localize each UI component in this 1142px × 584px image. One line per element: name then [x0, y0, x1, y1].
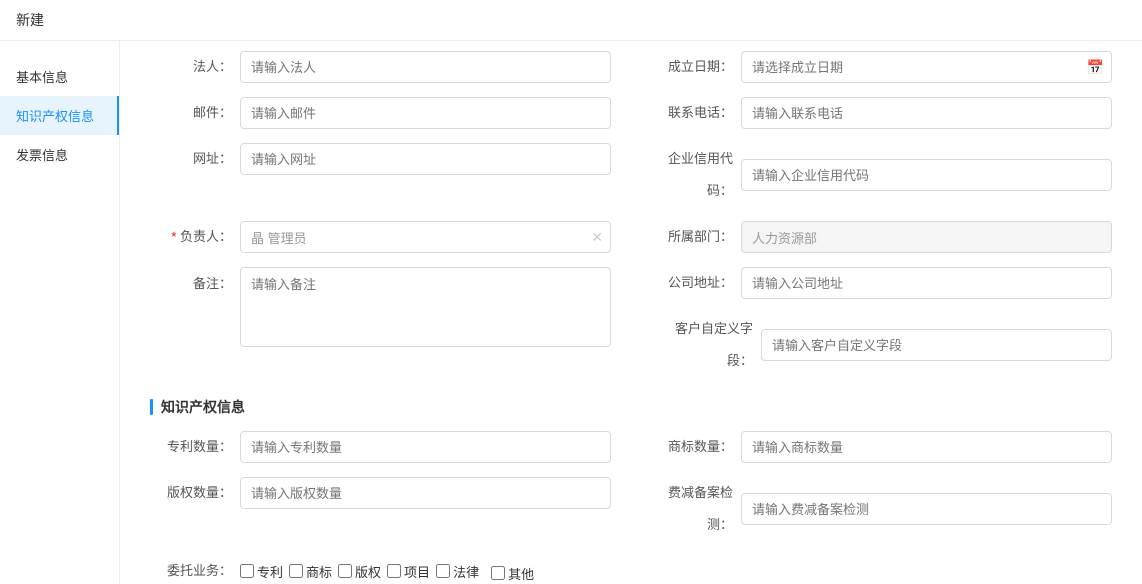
ip-section-title: 知识产权信息: [150, 397, 1112, 417]
label-company-address: 公司地址：: [651, 267, 741, 299]
input-custom-field[interactable]: [761, 329, 1112, 361]
input-remark[interactable]: [240, 267, 611, 347]
label-entrust: 委托业务：: [150, 555, 240, 584]
checkbox-other[interactable]: 其他: [491, 564, 534, 583]
form-row-5: 备注： 公司地址： 客户自定义字段：: [150, 267, 1112, 377]
input-phone[interactable]: [741, 97, 1112, 129]
checkbox-copyright[interactable]: 版权: [338, 562, 381, 581]
field-department: 所属部门：: [651, 221, 1112, 253]
checkbox-project-input[interactable]: [387, 564, 401, 578]
checkbox-trademark[interactable]: 商标: [289, 562, 332, 581]
checkbox-project[interactable]: 项目: [387, 562, 430, 581]
input-responsible[interactable]: [240, 221, 611, 253]
calendar-icon[interactable]: 📅: [1087, 59, 1104, 76]
label-copyright-count: 版权数量：: [150, 477, 240, 509]
input-website[interactable]: [240, 143, 611, 175]
content-area: 法人： 成立日期： 📅 邮件： 联系电话：: [120, 41, 1142, 584]
label-department: 所属部门：: [651, 221, 741, 253]
label-legal-person: 法人：: [150, 51, 240, 83]
field-email: 邮件：: [150, 97, 611, 129]
label-custom-field: 客户自定义字段：: [651, 313, 761, 377]
field-establish-date: 成立日期： 📅: [651, 51, 1112, 83]
ip-section: 知识产权信息 专利数量： 商标数量： 版权数量： 费减: [150, 397, 1112, 584]
checkbox-trademark-input[interactable]: [289, 564, 303, 578]
label-establish-date: 成立日期：: [651, 51, 741, 83]
label-responsible: 负责人：: [150, 221, 240, 253]
label-credit-code: 企业信用代码：: [651, 143, 741, 207]
input-email[interactable]: [240, 97, 611, 129]
field-responsible: 负责人： ✕: [150, 221, 611, 253]
field-legal-person: 法人：: [150, 51, 611, 83]
clear-icon[interactable]: ✕: [591, 229, 603, 246]
field-patent-count: 专利数量：: [150, 431, 611, 463]
field-fee-reduction: 费减备案检测：: [651, 477, 1112, 541]
checkbox-law-label: 法律: [453, 562, 479, 581]
form-row-3: 网址： 企业信用代码：: [150, 143, 1112, 207]
field-trademark-count: 商标数量：: [651, 431, 1112, 463]
field-phone: 联系电话：: [651, 97, 1112, 129]
form-row-1: 法人： 成立日期： 📅: [150, 51, 1112, 83]
label-phone: 联系电话：: [651, 97, 741, 129]
input-department: [741, 221, 1112, 253]
input-fee-reduction[interactable]: [741, 493, 1112, 525]
input-company-address[interactable]: [741, 267, 1112, 299]
field-copyright-count: 版权数量：: [150, 477, 611, 509]
responsible-input-wrapper: ✕: [240, 221, 611, 253]
page-title: 新建: [0, 0, 1142, 41]
checkbox-copyright-label: 版权: [355, 562, 381, 581]
input-trademark-count[interactable]: [741, 431, 1112, 463]
label-website: 网址：: [150, 143, 240, 175]
input-patent-count[interactable]: [240, 431, 611, 463]
checkbox-other-input[interactable]: [491, 566, 505, 580]
label-trademark-count: 商标数量：: [651, 431, 741, 463]
label-remark: 备注：: [150, 267, 240, 292]
sidebar-item-invoice[interactable]: 发票信息: [0, 135, 119, 174]
date-input-wrapper: 📅: [741, 51, 1112, 83]
input-copyright-count[interactable]: [240, 477, 611, 509]
checkbox-patent-label: 专利: [257, 562, 283, 581]
input-establish-date[interactable]: [741, 51, 1112, 83]
checkbox-patent[interactable]: 专利: [240, 562, 283, 581]
checkbox-copyright-input[interactable]: [338, 564, 352, 578]
main-layout: 基本信息 知识产权信息 发票信息 法人： 成立日期： 📅: [0, 41, 1142, 584]
basic-info-section: 法人： 成立日期： 📅 邮件： 联系电话：: [150, 51, 1112, 377]
input-credit-code[interactable]: [741, 159, 1112, 191]
form-row-2: 邮件： 联系电话：: [150, 97, 1112, 129]
input-legal-person[interactable]: [240, 51, 611, 83]
field-credit-code: 企业信用代码：: [651, 143, 1112, 207]
checkbox-other-label: 其他: [508, 564, 534, 583]
right-column: 公司地址： 客户自定义字段：: [651, 267, 1112, 377]
ip-row-1: 专利数量： 商标数量：: [150, 431, 1112, 463]
checkbox-law[interactable]: 法律: [436, 562, 479, 581]
sidebar: 基本信息 知识产权信息 发票信息: [0, 41, 120, 584]
label-fee-reduction: 费减备案检测：: [651, 477, 741, 541]
ip-row-3: 委托业务： 专利 商标 版权: [150, 555, 1112, 584]
entrust-checkboxes: 专利 商标 版权 项目: [240, 560, 611, 583]
checkbox-project-label: 项目: [404, 562, 430, 581]
field-company-address: 公司地址：: [651, 267, 1112, 299]
field-entrust: 委托业务： 专利 商标 版权: [150, 555, 611, 584]
field-website: 网址：: [150, 143, 611, 175]
label-email: 邮件：: [150, 97, 240, 129]
checkbox-law-input[interactable]: [436, 564, 450, 578]
label-patent-count: 专利数量：: [150, 431, 240, 463]
sidebar-item-ip[interactable]: 知识产权信息: [0, 96, 119, 135]
field-custom-field: 客户自定义字段：: [651, 313, 1112, 377]
sidebar-item-basic[interactable]: 基本信息: [0, 57, 119, 96]
form-row-4: 负责人： ✕ 所属部门：: [150, 221, 1112, 253]
checkbox-patent-input[interactable]: [240, 564, 254, 578]
ip-row-2: 版权数量： 费减备案检测：: [150, 477, 1112, 541]
field-remark: 备注：: [150, 267, 611, 347]
checkbox-trademark-label: 商标: [306, 562, 332, 581]
